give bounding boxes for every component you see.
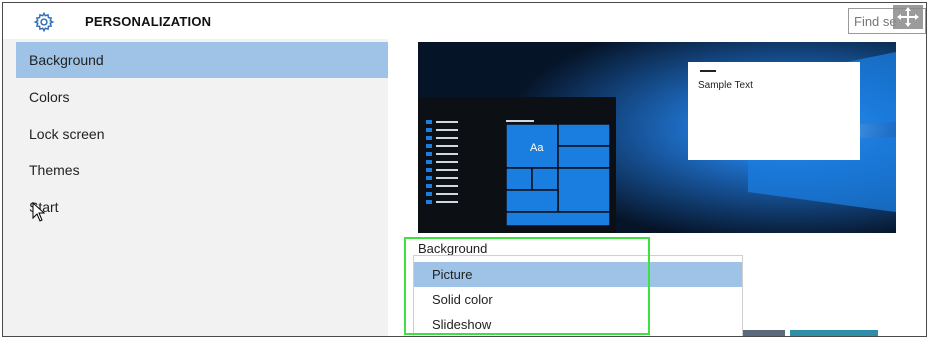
mouse-cursor-icon — [32, 202, 46, 222]
sidebar-item-themes[interactable]: Themes — [16, 152, 388, 188]
page-title: PERSONALIZATION — [85, 14, 212, 29]
sidebar-item-label: Colors — [29, 89, 70, 105]
sidebar: Background Colors Lock screen Themes Sta… — [3, 39, 388, 336]
sidebar-item-label: Background — [29, 52, 104, 68]
header: PERSONALIZATION Find se — [3, 3, 926, 39]
gear-icon — [33, 11, 55, 33]
sidebar-item-start[interactable]: Start — [16, 189, 388, 225]
desktop-preview: Sample Text Aa — [418, 42, 896, 233]
sidebar-item-label: Themes — [29, 162, 80, 178]
picture-thumbnail[interactable] — [790, 330, 878, 336]
sidebar-item-colors[interactable]: Colors — [16, 79, 388, 115]
sample-text: Sample Text — [698, 80, 753, 91]
highlight-box — [404, 237, 650, 335]
move-icon[interactable] — [893, 5, 923, 29]
sidebar-item-label: Lock screen — [29, 126, 105, 142]
sidebar-item-lock-screen[interactable]: Lock screen — [16, 116, 388, 152]
picture-thumbnail[interactable] — [743, 330, 785, 336]
tile-label: Aa — [530, 142, 544, 154]
sidebar-item-background[interactable]: Background — [16, 42, 388, 78]
